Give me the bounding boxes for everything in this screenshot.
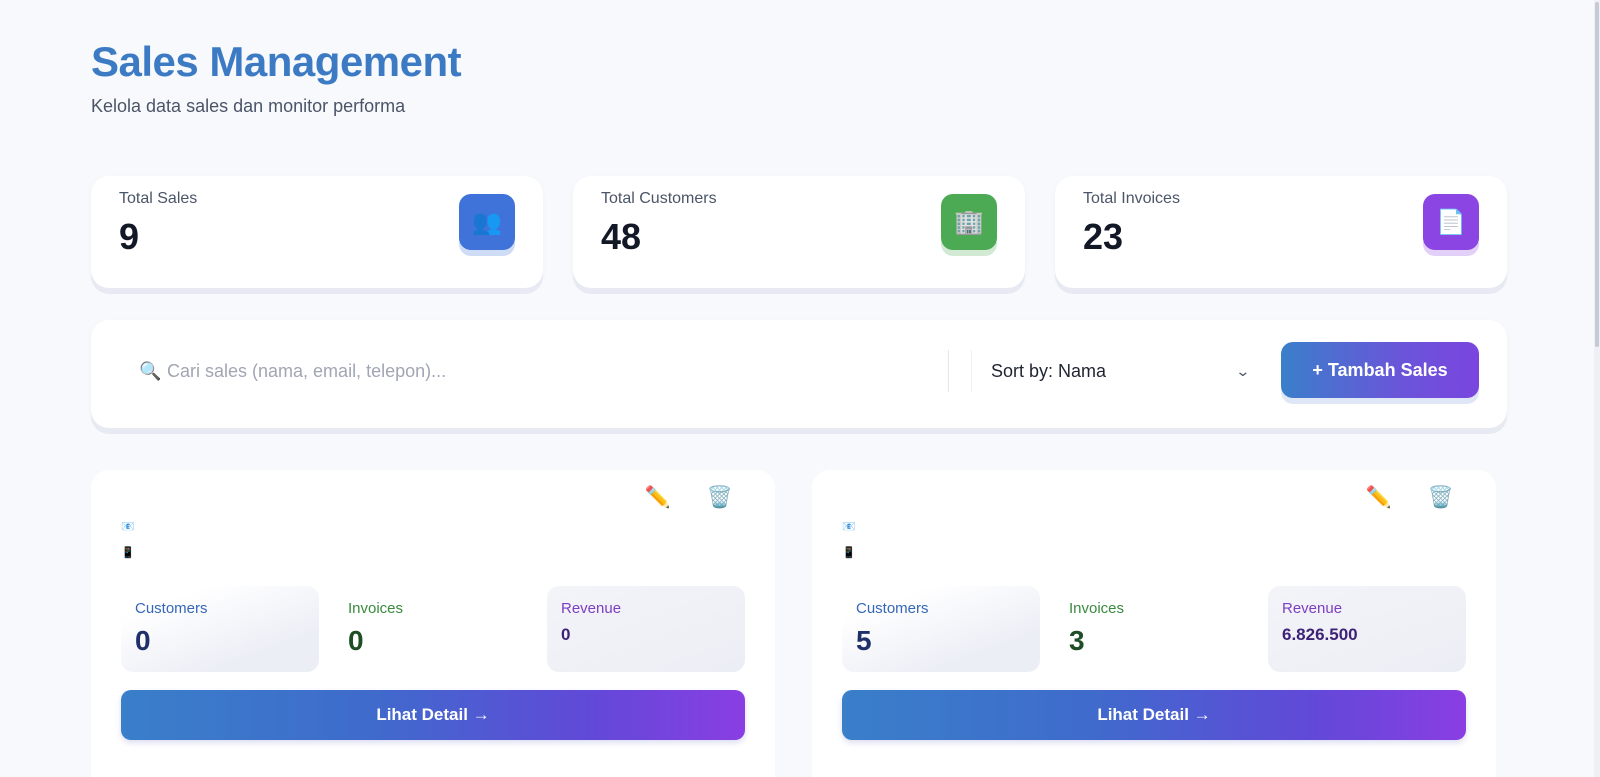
stat-value: 48: [601, 216, 642, 257]
metric-invoices: Invoices 3: [1055, 586, 1255, 672]
chevron-down-icon: ⌄: [1235, 362, 1251, 379]
building-icon: 🏢: [941, 194, 997, 250]
metric-value: 3: [1069, 625, 1085, 656]
metric-label: Revenue: [561, 600, 622, 617]
edit-icon[interactable]: ✏️: [1366, 486, 1392, 510]
view-detail-button[interactable]: Lihat Detail →: [842, 690, 1466, 740]
sales-card: ✏️ 🗑️ 📧 📱 Customers 5 Invoices 3 Revenue…: [812, 470, 1496, 777]
card-actions: ✏️ 🗑️: [1366, 486, 1454, 510]
scrollbar-thumb[interactable]: [1595, 2, 1599, 347]
metric-value: 0: [135, 625, 151, 656]
page-subtitle: Kelola data sales dan monitor performa: [91, 96, 406, 116]
search-icon: 🔍: [139, 360, 162, 381]
search-box[interactable]: 🔍: [139, 350, 949, 392]
toolbar: 🔍 Sort by: Nama ⌄ + Tambah Sales: [91, 320, 1507, 428]
phone-icon: 📱: [121, 547, 135, 559]
metric-value: 5: [856, 625, 872, 656]
trash-icon[interactable]: 🗑️: [707, 486, 733, 510]
document-icon: 📄: [1423, 194, 1479, 250]
metric-customers: Customers 5: [842, 586, 1040, 672]
stat-card-total-sales: Total Sales 9 👥: [91, 176, 543, 288]
page: Sales Management Kelola data sales dan m…: [0, 0, 1600, 777]
stat-value: 9: [119, 216, 140, 257]
metric-label: Invoices: [1069, 600, 1125, 617]
metric-label: Customers: [856, 600, 929, 617]
email-icon: 📧: [121, 521, 135, 533]
users-icon: 👥: [459, 194, 515, 250]
stat-card-total-invoices: Total Invoices 23 📄: [1055, 176, 1507, 288]
sort-select[interactable]: Sort by: Nama ⌄: [971, 350, 1261, 392]
phone-icon: 📱: [842, 547, 856, 559]
add-sales-button[interactable]: + Tambah Sales: [1281, 342, 1479, 398]
metric-label: Invoices: [348, 600, 404, 617]
metric-customers: Customers 0: [121, 586, 319, 672]
card-actions: ✏️ 🗑️: [645, 486, 733, 510]
search-input[interactable]: [167, 360, 927, 382]
stat-label: Total Sales: [119, 190, 198, 207]
trash-icon[interactable]: 🗑️: [1428, 486, 1454, 510]
metric-label: Revenue: [1282, 600, 1343, 617]
metric-value: 0: [348, 625, 364, 656]
page-header: Sales Management Kelola data sales dan m…: [91, 38, 462, 117]
metric-revenue: Revenue 0: [547, 586, 745, 672]
view-detail-button[interactable]: Lihat Detail →: [121, 690, 745, 740]
sales-card: ✏️ 🗑️ 📧 📱 Customers 0 Invoices 0 Revenue…: [91, 470, 775, 777]
sort-select-label: Sort by: Nama: [991, 360, 1107, 381]
edit-icon[interactable]: ✏️: [645, 486, 671, 510]
metric-value: 0: [561, 625, 571, 644]
email-icon: 📧: [842, 521, 856, 533]
stat-label: Total Invoices: [1083, 190, 1180, 207]
stat-value: 23: [1083, 216, 1124, 257]
stat-label: Total Customers: [601, 190, 717, 207]
metric-label: Customers: [135, 600, 208, 617]
page-title: Sales Management: [91, 38, 462, 85]
metric-value: 6.826.500: [1282, 625, 1358, 644]
scrollbar[interactable]: [1594, 0, 1600, 777]
metric-revenue: Revenue 6.826.500: [1268, 586, 1466, 672]
stat-card-total-customers: Total Customers 48 🏢: [573, 176, 1025, 288]
metric-invoices: Invoices 0: [334, 586, 534, 672]
